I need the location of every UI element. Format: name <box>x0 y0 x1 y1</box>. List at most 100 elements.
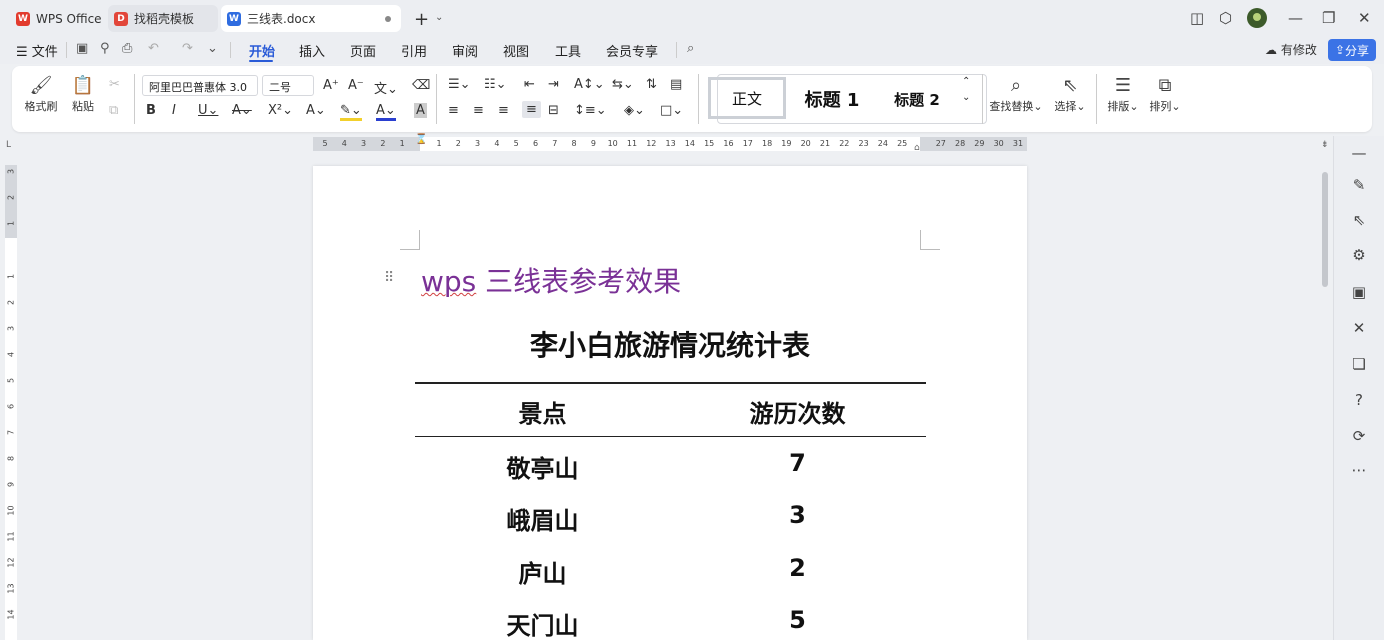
chevron-down-icon[interactable]: ⌄ <box>207 41 218 56</box>
menu-page[interactable]: 页面 <box>350 41 376 60</box>
menu-home[interactable]: 开始 <box>249 41 275 60</box>
font-name-select[interactable]: 阿里巴巴普惠体 3.0 <box>142 75 258 96</box>
arrange-button[interactable]: ⧉ 排列⌄ <box>1148 74 1182 114</box>
phonetic-icon[interactable]: 文⌄ <box>374 78 398 97</box>
document-heading[interactable]: wps 三线表参考效果 <box>421 260 681 300</box>
align-left-icon[interactable]: ≡ <box>448 103 459 118</box>
style-heading-2[interactable]: 标题 2 <box>884 76 950 122</box>
layout-button[interactable]: ☰ 排版⌄ <box>1106 74 1140 114</box>
strikethrough-icon[interactable]: A⌄ <box>232 103 252 118</box>
style-normal[interactable]: 正文 <box>708 77 786 119</box>
underline-icon[interactable]: U⌄ <box>198 103 218 118</box>
paste-button[interactable]: 📋 粘贴 <box>66 74 100 114</box>
print-preview-icon[interactable]: ⎙ <box>122 41 132 56</box>
undo-icon[interactable]: ↶ <box>148 41 159 56</box>
tab-stop-icon[interactable]: L <box>6 140 11 150</box>
layout-icon[interactable]: ◫ <box>1190 9 1204 27</box>
pen-icon[interactable]: ✎ <box>1350 176 1368 194</box>
new-tab-icon[interactable]: + <box>414 9 429 30</box>
collapse-icon[interactable]: — <box>1350 144 1368 162</box>
line-spacing-icon[interactable]: ↕≡⌄ <box>574 103 607 118</box>
increase-indent-icon[interactable]: ⇥ <box>548 77 559 92</box>
shrink-font-icon[interactable]: A⁻ <box>348 78 364 93</box>
cube-icon[interactable]: ⬡ <box>1219 9 1232 27</box>
table-cell[interactable]: 敬亭山 <box>415 449 670 484</box>
align-right-icon[interactable]: ≡ <box>498 103 509 118</box>
more-icon[interactable]: ⋯ <box>1350 461 1368 479</box>
modify-status-button[interactable]: ☁ 有修改 <box>1265 41 1317 58</box>
distribute-icon[interactable]: ⊟ <box>548 103 559 118</box>
numbered-list-icon[interactable]: ☷⌄ <box>484 77 507 92</box>
drag-handle-icon[interactable]: ⠿ <box>384 270 394 286</box>
find-replace-button[interactable]: ⌕ 查找替换⌄ <box>988 74 1044 114</box>
superscript-icon[interactable]: X²⌄ <box>268 103 293 118</box>
menu-member[interactable]: 会员专享 <box>606 41 658 60</box>
table-header-cell[interactable]: 景点 <box>415 394 670 429</box>
copy-icon[interactable]: ⧉ <box>109 103 118 118</box>
decrease-indent-icon[interactable]: ⇤ <box>524 77 535 92</box>
style-heading-1[interactable]: 标题 1 <box>796 76 868 122</box>
sync-icon[interactable]: ⟳ <box>1350 427 1368 445</box>
table-border-icon[interactable]: ▤ <box>670 77 682 92</box>
redo-icon[interactable]: ↷ <box>182 41 193 56</box>
chevron-down-icon[interactable]: ⌄ <box>962 92 970 103</box>
chevron-down-icon[interactable]: ⌄ <box>435 12 443 23</box>
scrollbar-thumb[interactable] <box>1322 172 1328 287</box>
avatar[interactable] <box>1247 8 1267 28</box>
ruler-toggle-icon[interactable]: ⇟ <box>1321 140 1329 150</box>
restore-icon[interactable]: ❐ <box>1322 9 1335 27</box>
cut-icon[interactable]: ✂ <box>109 77 120 92</box>
sort-icon[interactable]: ⇅ <box>646 77 657 92</box>
table-cell[interactable]: 2 <box>670 554 925 582</box>
font-size-select[interactable]: 二号 <box>262 75 314 96</box>
image-icon[interactable]: ▣ <box>1350 283 1368 301</box>
book-icon[interactable]: ❏ <box>1350 355 1368 373</box>
grow-font-icon[interactable]: A⁺ <box>323 78 339 93</box>
table-header-cell[interactable]: 游历次数 <box>670 394 925 429</box>
tab-wps-office[interactable]: W WPS Office <box>8 5 106 32</box>
clear-format-icon[interactable]: ⌫ <box>412 78 430 93</box>
menu-review[interactable]: 审阅 <box>452 41 478 60</box>
tab-document[interactable]: W 三线表.docx <box>221 5 401 32</box>
align-center-icon[interactable]: ≡ <box>473 103 484 118</box>
minimize-icon[interactable]: — <box>1288 9 1303 27</box>
table-cell[interactable]: 5 <box>670 606 925 634</box>
table-cell[interactable]: 3 <box>670 501 925 529</box>
bold-icon[interactable]: B <box>146 103 156 118</box>
document-page[interactable]: ⠿ wps 三线表参考效果 李小白旅游情况统计表 景点 游历次数 敬亭山 7 峨… <box>313 166 1027 640</box>
select-button[interactable]: ⇖ 选择⌄ <box>1052 74 1088 114</box>
link-icon[interactable]: ⚲ <box>100 41 110 56</box>
bullet-list-icon[interactable]: ☰⌄ <box>448 77 471 92</box>
close-icon[interactable]: ✕ <box>1358 9 1371 27</box>
share-button[interactable]: ⇪ 分享 <box>1328 39 1376 61</box>
text-direction-icon[interactable]: A↕⌄ <box>574 77 605 92</box>
menu-insert[interactable]: 插入 <box>299 41 325 60</box>
font-color-icon[interactable]: A⌄ <box>376 103 396 121</box>
adjust-icon[interactable]: ⚙ <box>1350 246 1368 264</box>
select-cursor-icon[interactable]: ⇖ <box>1350 211 1368 229</box>
tab-template[interactable]: D 找稻壳模板 <box>108 5 218 32</box>
justify-icon[interactable]: ≡ <box>522 101 541 118</box>
file-menu[interactable]: ☰ 文件 <box>16 41 58 60</box>
convert-icon[interactable]: ⇆⌄ <box>612 77 634 92</box>
text-effect-icon[interactable]: A⌄ <box>306 103 326 118</box>
save-icon[interactable]: ▣ <box>76 41 88 56</box>
menu-tools[interactable]: 工具 <box>555 41 581 60</box>
search-icon[interactable]: ⌕ <box>687 41 694 56</box>
tools-icon[interactable]: ✕ <box>1350 319 1368 337</box>
table-cell[interactable]: 庐山 <box>415 554 670 589</box>
right-indent-icon[interactable]: ⌂ <box>914 143 920 153</box>
border-icon[interactable]: □⌄ <box>660 103 683 118</box>
italic-icon[interactable]: I <box>172 103 176 118</box>
table-title[interactable]: 李小白旅游情况统计表 <box>313 324 1027 364</box>
table-cell[interactable]: 天门山 <box>415 606 670 640</box>
indent-marker-icon[interactable]: ⌛ <box>415 134 427 145</box>
menu-references[interactable]: 引用 <box>401 41 427 60</box>
char-shading-icon[interactable]: A <box>414 103 427 118</box>
table-cell[interactable]: 峨眉山 <box>415 501 670 536</box>
format-painter-button[interactable]: 🖌 格式刷 <box>24 74 58 114</box>
highlight-icon[interactable]: ✎⌄ <box>340 103 362 121</box>
table-cell[interactable]: 7 <box>670 449 925 477</box>
chevron-up-icon[interactable]: ⌃ <box>962 76 970 87</box>
help-icon[interactable]: ? <box>1350 391 1368 409</box>
